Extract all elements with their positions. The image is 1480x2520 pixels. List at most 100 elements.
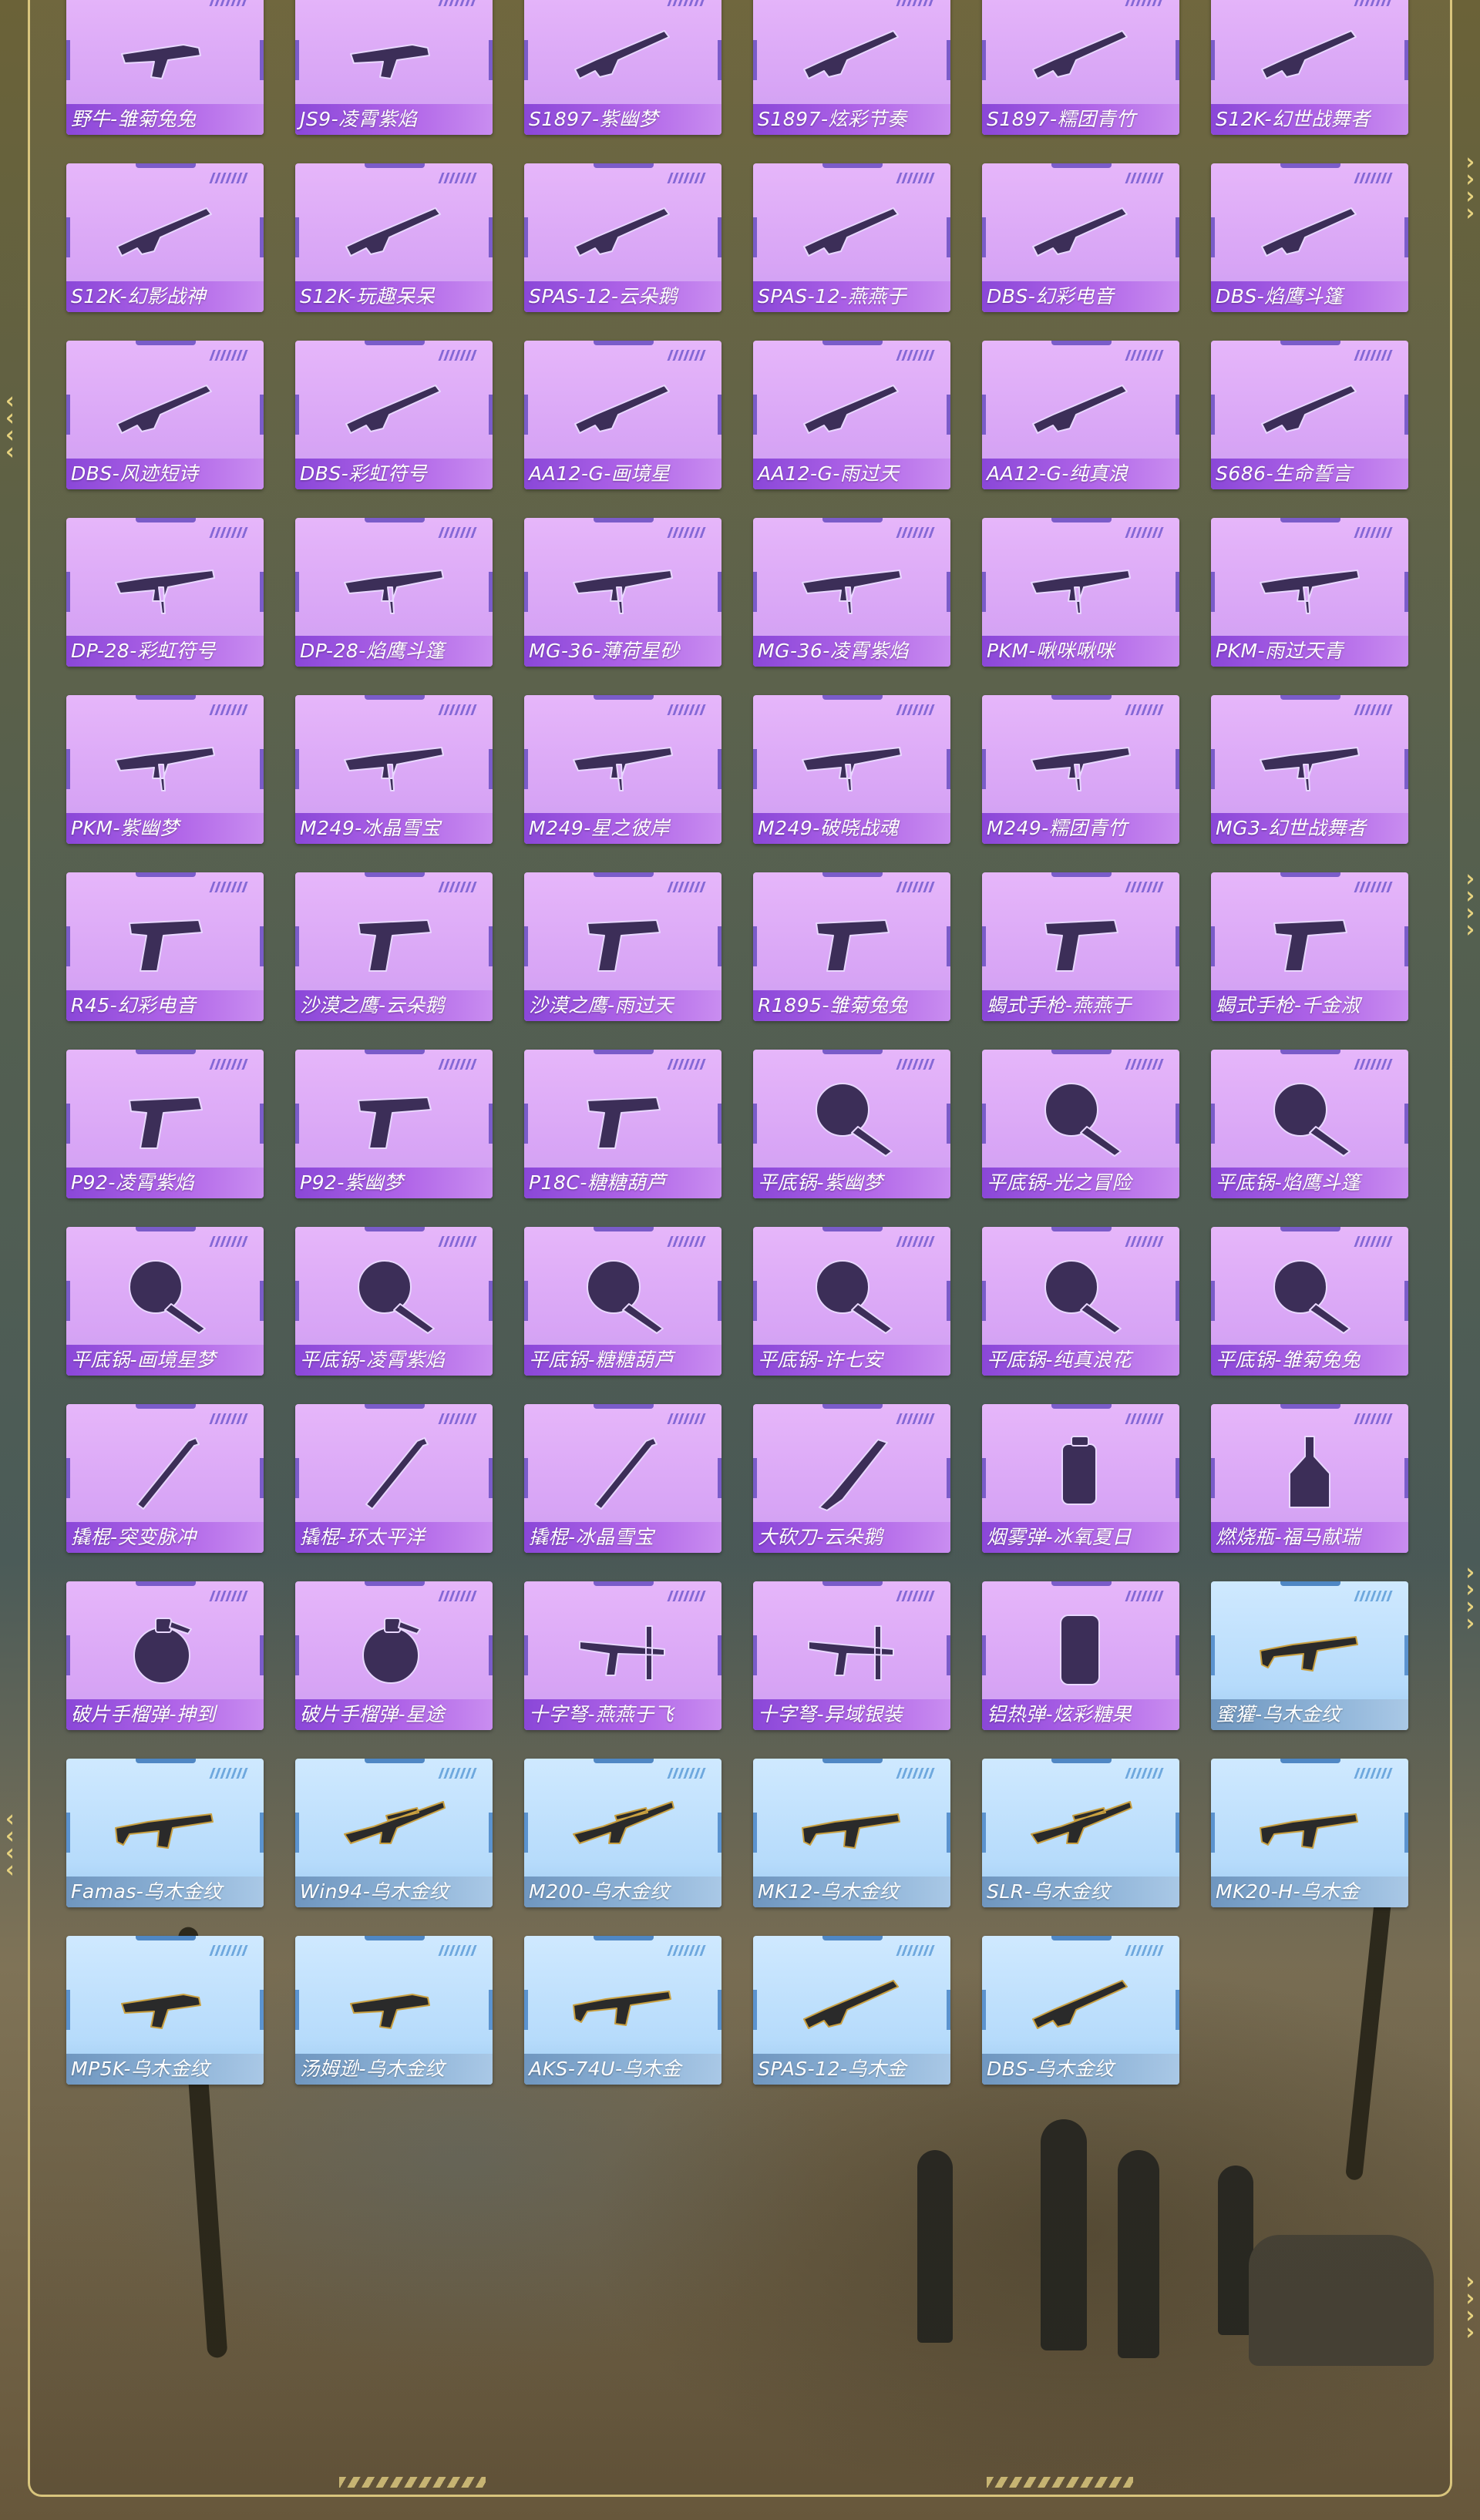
weapon-skin-card[interactable]: SPAS-12-乌木金 (753, 1936, 950, 2085)
weapon-skin-card[interactable]: MG3-幻世战舞者 (1211, 695, 1408, 844)
weapon-skin-card[interactable]: S12K-幻世战舞者 (1211, 0, 1408, 135)
card-side-accent (1176, 217, 1179, 257)
weapon-skin-card[interactable]: 蜜獾-乌木金纹 (1211, 1581, 1408, 1730)
weapon-skin-card[interactable]: 平底锅-雏菊兔兔 (1211, 1227, 1408, 1376)
weapon-skin-card[interactable]: 平底锅-光之冒险 (982, 1050, 1179, 1198)
card-side-accent (260, 1990, 264, 2030)
weapon-skin-card[interactable]: MG-36-薄荷星砂 (524, 518, 722, 667)
weapon-skin-card[interactable]: SPAS-12-燕燕于 (753, 163, 950, 312)
weapon-skin-card[interactable]: 沙漠之鹰-雨过天 (524, 872, 722, 1021)
weapon-skin-card[interactable]: P92-凌霄紫焰 (66, 1050, 264, 1198)
weapon-skin-card[interactable]: DBS-风迹短诗 (66, 341, 264, 489)
card-top-tab (822, 1759, 883, 1763)
weapon-skin-card[interactable]: 平底锅-许七安 (753, 1227, 950, 1376)
sniper-icon (1030, 1788, 1132, 1865)
rarity-bars-icon (896, 0, 937, 6)
weapon-skin-name: 蝎式手枪-燕燕于 (982, 990, 1179, 1021)
card-side-accent (524, 1990, 528, 2030)
weapon-skin-card[interactable]: DP-28-焰鹰斗篷 (295, 518, 493, 667)
weapon-skin-card[interactable]: 铝热弹-炫彩糖果 (982, 1581, 1179, 1730)
weapon-skin-card[interactable]: R45-幻彩电音 (66, 872, 264, 1021)
weapon-skin-card[interactable]: 平底锅-纯真浪花 (982, 1227, 1179, 1376)
weapon-skin-card[interactable]: Win94-乌木金纹 (295, 1759, 493, 1907)
weapon-skin-card[interactable]: AA12-G-雨过天 (753, 341, 950, 489)
weapon-skin-card[interactable]: 撬棍-突变脉冲 (66, 1404, 264, 1553)
weapon-skin-card[interactable]: PKM-啾咪啾咪 (982, 518, 1179, 667)
weapon-skin-card[interactable]: S686-生命誓言 (1211, 341, 1408, 489)
card-top-tab (1051, 1227, 1112, 1231)
weapon-skin-card[interactable]: 十字弩-异域银装 (753, 1581, 950, 1730)
weapon-skin-card[interactable]: 野牛-雏菊兔兔 (66, 0, 264, 135)
weapon-skin-card[interactable]: 燃烧瓶-福马献瑞 (1211, 1404, 1408, 1553)
weapon-skin-card[interactable]: 大砍刀-云朵鹅 (753, 1404, 950, 1553)
weapon-skin-card[interactable]: M249-冰晶雪宝 (295, 695, 493, 844)
weapon-skin-card[interactable]: JS9-凌霄紫焰 (295, 0, 493, 135)
weapon-skin-card[interactable]: S1897-糯团青竹 (982, 0, 1179, 135)
weapon-skin-card[interactable]: R1895-雏菊兔兔 (753, 872, 950, 1021)
rarity-bars-icon (667, 704, 708, 715)
card-side-accent (66, 926, 70, 966)
weapon-skin-card[interactable]: AA12-G-画境星 (524, 341, 722, 489)
weapon-skin-card[interactable]: DBS-乌木金纹 (982, 1936, 1179, 2085)
weapon-skin-card[interactable]: MK12-乌木金纹 (753, 1759, 950, 1907)
weapon-skin-card[interactable]: S12K-幻影战神 (66, 163, 264, 312)
weapon-skin-card[interactable]: 平底锅-紫幽梦 (753, 1050, 950, 1198)
weapon-skin-name: 沙漠之鹰-雨过天 (524, 990, 722, 1021)
card-side-accent (66, 1104, 70, 1144)
card-side-accent (260, 926, 264, 966)
lmg-icon (572, 547, 674, 624)
card-top-tab (1051, 1581, 1112, 1586)
weapon-skin-card[interactable]: P18C-糖糖葫芦 (524, 1050, 722, 1198)
card-top-tab (1280, 1227, 1340, 1231)
weapon-skin-card[interactable]: DBS-幻彩电音 (982, 163, 1179, 312)
weapon-skin-card[interactable]: 破片手榴弹-抻到 (66, 1581, 264, 1730)
shotgun-icon (1030, 1965, 1132, 2042)
weapon-skin-card[interactable]: AA12-G-纯真浪 (982, 341, 1179, 489)
weapon-skin-card[interactable]: 平底锅-焰鹰斗篷 (1211, 1050, 1408, 1198)
weapon-skin-card[interactable]: DBS-焰鹰斗篷 (1211, 163, 1408, 312)
weapon-skin-card[interactable]: 沙漠之鹰-云朵鹅 (295, 872, 493, 1021)
card-side-accent (295, 40, 299, 80)
pistol-icon (1030, 902, 1132, 979)
weapon-skin-card[interactable]: S12K-玩趣呆呆 (295, 163, 493, 312)
card-side-accent (66, 749, 70, 789)
card-side-accent (1404, 1458, 1408, 1498)
weapon-skin-card[interactable]: DBS-彩虹符号 (295, 341, 493, 489)
weapon-skin-card[interactable]: S1897-紫幽梦 (524, 0, 722, 135)
weapon-skin-card[interactable]: MG-36-凌霄紫焰 (753, 518, 950, 667)
shotgun-icon (1030, 193, 1132, 270)
weapon-skin-name: PKM-紫幽梦 (66, 813, 264, 844)
weapon-skin-card[interactable]: 平底锅-画境星梦 (66, 1227, 264, 1376)
weapon-skin-card[interactable]: Famas-乌木金纹 (66, 1759, 264, 1907)
weapon-skin-card[interactable]: DP-28-彩虹符号 (66, 518, 264, 667)
weapon-skin-card[interactable]: M249-破晓战魂 (753, 695, 950, 844)
weapon-skin-card[interactable]: MP5K-乌木金纹 (66, 1936, 264, 2085)
weapon-skin-card[interactable]: 烟雾弹-冰氧夏日 (982, 1404, 1179, 1553)
weapon-skin-card[interactable]: 破片手榴弹-星途 (295, 1581, 493, 1730)
weapon-skin-card[interactable]: 蝎式手枪-燕燕于 (982, 872, 1179, 1021)
weapon-skin-card[interactable]: M249-糯团青竹 (982, 695, 1179, 844)
card-side-accent (66, 1813, 70, 1853)
weapon-skin-card[interactable]: 撬棍-环太平洋 (295, 1404, 493, 1553)
weapon-skin-card[interactable]: 撬棍-冰晶雪宝 (524, 1404, 722, 1553)
weapon-skin-card[interactable]: PKM-雨过天青 (1211, 518, 1408, 667)
weapon-skin-card[interactable]: SPAS-12-云朵鹅 (524, 163, 722, 312)
weapon-skin-card[interactable]: M249-星之彼岸 (524, 695, 722, 844)
weapon-skin-card[interactable]: 十字弩-燕燕于飞 (524, 1581, 722, 1730)
weapon-skin-card[interactable]: SLR-乌木金纹 (982, 1759, 1179, 1907)
weapon-skin-card[interactable]: 汤姆逊-乌木金纹 (295, 1936, 493, 2085)
card-side-accent (524, 217, 528, 257)
weapon-skin-card[interactable]: 蝎式手枪-千金淑 (1211, 872, 1408, 1021)
weapon-skin-card[interactable]: P92-紫幽梦 (295, 1050, 493, 1198)
weapon-skin-card[interactable]: M200-乌木金纹 (524, 1759, 722, 1907)
weapon-skin-card[interactable]: AKS-74U-乌木金 (524, 1936, 722, 2085)
weapon-skin-card[interactable]: S1897-炫彩节奏 (753, 0, 950, 135)
chevron-left-icon: ‹ ‹ ‹ ‹ (3, 388, 18, 465)
weapon-skin-card[interactable]: 平底锅-凌霄紫焰 (295, 1227, 493, 1376)
rifle-icon (572, 1965, 674, 2042)
weapon-skin-card[interactable]: MK20-H-乌木金 (1211, 1759, 1408, 1907)
weapon-skin-card[interactable]: 平底锅-糖糖葫芦 (524, 1227, 722, 1376)
card-side-accent (718, 926, 722, 966)
weapon-skin-card[interactable]: PKM-紫幽梦 (66, 695, 264, 844)
pistol-icon (572, 902, 674, 979)
